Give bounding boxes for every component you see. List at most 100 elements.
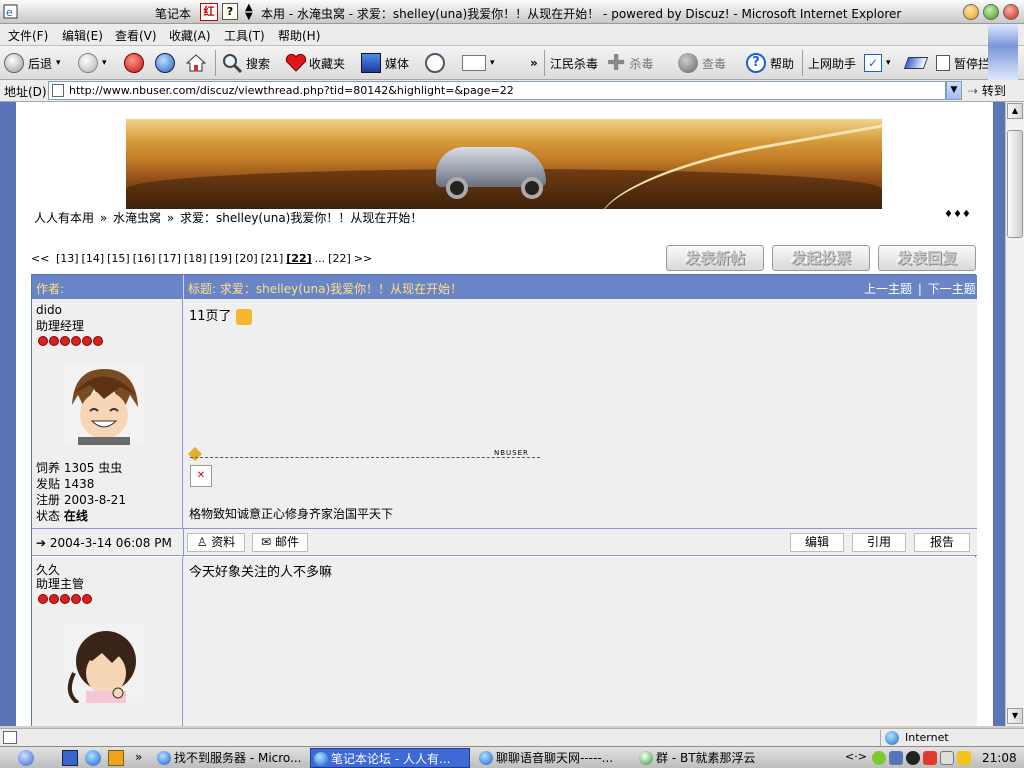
pager-next[interactable]: >> — [354, 252, 372, 265]
pager-first[interactable]: << — [31, 252, 49, 265]
post-date-text: 2004-3-14 06:08 PM — [49, 536, 172, 550]
scroll-up-arrow-icon[interactable]: ▲ — [1007, 103, 1023, 119]
back-button[interactable]: 后退 ▾ — [4, 46, 61, 80]
ie-quicklaunch-icon[interactable] — [85, 750, 101, 766]
menu-favorites[interactable]: 收藏(A) — [169, 27, 211, 44]
scroll-down-arrow-icon[interactable]: ▼ — [1007, 708, 1023, 724]
show-desktop-icon[interactable] — [62, 750, 78, 766]
jiangmin-antivirus-button[interactable]: 江民杀毒 — [550, 46, 598, 80]
next-thread-link[interactable]: 下一主题 — [928, 282, 976, 296]
qq-group-icon — [639, 751, 653, 765]
tray-network-icon[interactable] — [889, 751, 903, 765]
red-toolbar-icon[interactable]: 红 — [200, 3, 218, 21]
task-voice-chat[interactable]: 聊聊语音聊天网-----... — [476, 748, 626, 768]
close-button[interactable] — [1003, 4, 1019, 20]
toolbar-overflow[interactable]: » — [530, 46, 538, 80]
pager-page-16[interactable]: [16] — [133, 252, 156, 265]
maximize-button[interactable] — [983, 4, 999, 20]
vertical-scrollbar[interactable]: ▲ ▼ — [1005, 102, 1024, 726]
profile-button[interactable]: ♙ 资料 — [187, 533, 245, 552]
help-button[interactable]: ? 帮助 — [746, 46, 794, 80]
pager-page-14[interactable]: [14] — [82, 252, 105, 265]
scroll-thumb[interactable] — [1007, 130, 1023, 238]
edit-button[interactable]: 编辑 — [790, 533, 844, 552]
history-button[interactable] — [425, 46, 445, 80]
new-thread-button[interactable]: 发表新帖 — [666, 245, 764, 271]
eraser-button[interactable] — [903, 46, 929, 80]
updown-arrow-icon[interactable]: ▲ ▼ — [245, 3, 255, 22]
stat-registered: 注册 2003-8-21 — [36, 493, 126, 507]
media-button[interactable]: 媒体 — [361, 46, 409, 80]
task-qq-group[interactable]: 群 - BT就素那浮云 — [636, 748, 796, 768]
menu-edit[interactable]: 编辑(E) — [62, 27, 103, 44]
stat-status: 状态 在线 — [36, 509, 88, 523]
report-button[interactable]: 报告 — [914, 533, 970, 552]
minimize-button[interactable] — [963, 4, 979, 20]
stop-button[interactable] — [124, 46, 144, 80]
quicklaunch-overflow[interactable]: » — [135, 750, 142, 764]
email-button[interactable]: ✉ 邮件 — [252, 533, 308, 552]
tray-volume-icon[interactable] — [940, 751, 954, 765]
address-dropdown-icon[interactable]: ▼ — [946, 81, 962, 100]
toolbar-separator — [215, 50, 216, 76]
username[interactable]: dido — [36, 303, 62, 317]
menu-file[interactable]: 文件(F) — [8, 27, 48, 44]
menu-tools[interactable]: 工具(T) — [224, 27, 265, 44]
assistant-dropdown-icon[interactable]: ▾ — [886, 58, 891, 68]
search-button[interactable]: 搜索 — [222, 46, 270, 80]
forward-button[interactable]: ▾ — [78, 46, 107, 80]
ie-window-icon[interactable]: e — [3, 4, 18, 19]
favorites-button[interactable]: 收藏夹 — [285, 46, 345, 80]
signature-label: NBUSER — [494, 449, 529, 457]
kill-virus-button[interactable]: ✚ 杀毒 — [607, 46, 653, 80]
pager-last-page[interactable]: [22] — [328, 252, 351, 265]
start-apple-icon[interactable] — [18, 750, 34, 766]
mail-button[interactable]: ▾ — [462, 46, 495, 80]
new-poll-button[interactable]: 发起投票 — [772, 245, 870, 271]
pager-page-20[interactable]: [20] — [235, 252, 258, 265]
go-label: 转到 — [981, 84, 1006, 98]
reply-button[interactable]: 发表回复 — [878, 245, 976, 271]
pager-page-15[interactable]: [15] — [107, 252, 130, 265]
task-server-not-found[interactable]: 找不到服务器 - Micro... — [154, 748, 304, 768]
toolbar: 后退 ▾ ▾ 搜索 收藏夹 媒体 ▾ » 江民杀毒 ✚ 杀毒 查毒 ? 帮助 上… — [0, 46, 1024, 80]
prev-thread-link[interactable]: 上一主题 — [864, 282, 912, 296]
menu-bar: 文件(F) 编辑(E) 查看(V) 收藏(A) 工具(T) 帮助(H) — [0, 24, 1024, 46]
tray-expand[interactable]: <·> — [845, 750, 867, 763]
assistant-button[interactable]: 上网助手 — [808, 46, 856, 80]
tray-messenger-icon[interactable] — [957, 751, 971, 765]
taskbar-clock[interactable]: 21:08 — [982, 748, 1017, 768]
mail-dropdown-icon[interactable]: ▾ — [490, 58, 495, 68]
quote-button[interactable]: 引用 — [852, 533, 906, 552]
user-avatar — [64, 365, 144, 445]
clock-quicklaunch-icon[interactable] — [108, 750, 124, 766]
breadcrumb-dots: ♦♦♦ — [944, 209, 971, 220]
breadcrumb-forum-link[interactable]: 水淹虫窝 — [113, 211, 161, 225]
popup-block-icon — [936, 55, 950, 71]
task-forum-active[interactable]: 笔记本论坛 - 人人有... — [310, 748, 470, 768]
back-dropdown-icon[interactable]: ▾ — [56, 58, 61, 68]
forward-dropdown-icon[interactable]: ▾ — [102, 58, 107, 68]
menu-help[interactable]: 帮助(H) — [278, 27, 320, 44]
tray-qq-icon[interactable] — [906, 751, 920, 765]
home-button[interactable] — [185, 46, 207, 80]
breadcrumb-site-link[interactable]: 人人有本用 — [34, 211, 94, 225]
pager-page-19[interactable]: [19] — [210, 252, 233, 265]
go-button[interactable]: ⇢ 转到 — [968, 82, 1006, 99]
menu-view[interactable]: 查看(V) — [115, 27, 157, 44]
pager-page-17[interactable]: [17] — [158, 252, 181, 265]
pager-page-21[interactable]: [21] — [261, 252, 284, 265]
back-label: 后退 — [28, 56, 53, 71]
pager-page-18[interactable]: [18] — [184, 252, 207, 265]
refresh-button[interactable] — [155, 46, 175, 80]
internet-globe-icon — [885, 731, 899, 745]
scan-virus-button[interactable]: 查毒 — [678, 46, 726, 80]
tray-k-icon[interactable] — [872, 751, 886, 765]
address-input[interactable]: http://www.nbuser.com/discuz/viewthread.… — [48, 81, 946, 100]
assistant-check-button[interactable]: ✓ ▾ — [864, 46, 891, 80]
zone-label: Internet — [905, 731, 949, 744]
ie-icon — [314, 752, 328, 766]
help-question-icon[interactable]: ? — [222, 3, 238, 20]
pager-page-13[interactable]: [13] — [56, 252, 79, 265]
tray-antivirus-icon[interactable] — [923, 751, 937, 765]
